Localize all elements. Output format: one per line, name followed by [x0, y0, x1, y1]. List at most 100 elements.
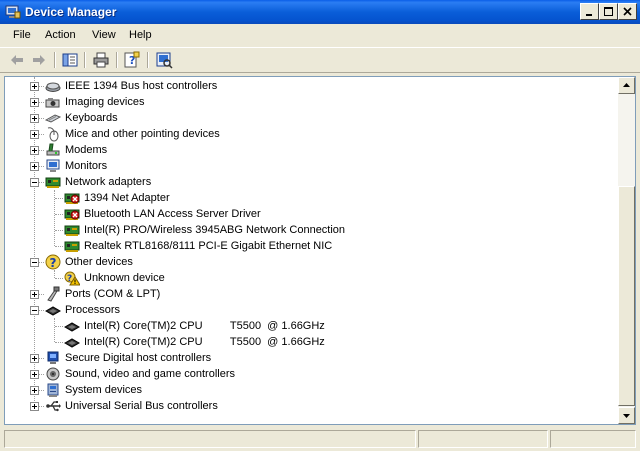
- tree-category-item[interactable]: Mice and other pointing devices: [5, 126, 617, 142]
- collapse-toggle[interactable]: [30, 258, 39, 267]
- tree-child-item[interactable]: 1394 Net Adapter: [5, 190, 617, 206]
- tree-connector: [55, 198, 63, 199]
- tree-connector: [55, 230, 63, 231]
- show-hide-console-tree-icon[interactable]: [61, 51, 79, 69]
- scroll-up-button[interactable]: [618, 77, 635, 94]
- tree-category-item[interactable]: Monitors: [5, 158, 617, 174]
- toolbar-separator: [84, 52, 86, 68]
- collapse-toggle[interactable]: [30, 178, 39, 187]
- help-icon[interactable]: ?: [123, 51, 141, 69]
- close-button[interactable]: [618, 3, 637, 20]
- menu-bar: File Action View Help: [0, 24, 640, 46]
- tree-child-item[interactable]: ? Unknown device: [5, 270, 617, 286]
- scroll-down-button[interactable]: [618, 407, 635, 424]
- device-manager-window: Device Manager File Action View Help ? I…: [0, 0, 640, 451]
- expand-toggle[interactable]: [30, 98, 39, 107]
- menu-file[interactable]: File: [13, 29, 31, 41]
- tree-connector: [39, 166, 44, 167]
- tree-category-item[interactable]: IEEE 1394 Bus host controllers: [5, 78, 617, 94]
- scan-hardware-icon[interactable]: [155, 51, 173, 69]
- toolbar-separator: [54, 52, 56, 68]
- collapse-toggle[interactable]: [30, 306, 39, 315]
- minimize-icon: [586, 14, 592, 16]
- menu-action[interactable]: Action: [45, 29, 76, 41]
- menu-view[interactable]: View: [92, 29, 116, 41]
- tree-item-label: 1394 Net Adapter: [84, 192, 170, 204]
- tree-connector: [39, 118, 44, 119]
- tree-item-label: System devices: [65, 384, 143, 396]
- expand-toggle[interactable]: [30, 114, 39, 123]
- status-bar: [0, 427, 640, 451]
- tree-connector: [55, 246, 63, 247]
- expand-toggle[interactable]: [30, 146, 39, 155]
- tree-category-item[interactable]: Keyboards: [5, 110, 617, 126]
- tree-item-label: Realtek RTL8168/8111 PCI-E Gigabit Ether…: [84, 240, 333, 252]
- tree-connector: [39, 150, 44, 151]
- tree-item-label: Monitors: [65, 160, 108, 172]
- speaker-icon: [45, 366, 61, 382]
- scroll-thumb[interactable]: [618, 186, 635, 406]
- tree-connector: [39, 390, 44, 391]
- tree-category-item[interactable]: Processors: [5, 302, 617, 318]
- tree-category-item[interactable]: Network adapters: [5, 174, 617, 190]
- vertical-scrollbar[interactable]: [618, 77, 635, 424]
- usb-icon: [45, 398, 61, 414]
- tree-item-label: Ports (COM & LPT): [65, 288, 161, 300]
- maximize-button[interactable]: [599, 3, 618, 20]
- tree-category-item[interactable]: ? Other devices: [5, 254, 617, 270]
- status-pane-3: [550, 430, 636, 448]
- back-arrow-icon[interactable]: [8, 51, 26, 69]
- tree-item-label: Unknown device: [84, 272, 165, 284]
- network-card-disabled-icon: [64, 206, 80, 222]
- expand-toggle[interactable]: [30, 402, 39, 411]
- processor-icon: [63, 334, 81, 350]
- close-icon: [623, 7, 632, 16]
- tree-child-item[interactable]: Bluetooth LAN Access Server Driver: [5, 206, 617, 222]
- tree-connector: [55, 278, 63, 279]
- tree-item-label: Imaging devices: [65, 96, 145, 108]
- device-tree[interactable]: IEEE 1394 Bus host controllers Imaging de…: [4, 76, 636, 425]
- expand-toggle[interactable]: [30, 290, 39, 299]
- menu-help[interactable]: Help: [129, 29, 152, 41]
- expand-toggle[interactable]: [30, 162, 39, 171]
- tree-item-label: Bluetooth LAN Access Server Driver: [84, 208, 261, 220]
- print-icon[interactable]: [92, 51, 110, 69]
- expand-toggle[interactable]: [30, 386, 39, 395]
- tree-category-item[interactable]: Modems: [5, 142, 617, 158]
- tree-connector: [55, 326, 63, 327]
- network-card-disabled-icon: [64, 190, 80, 206]
- title-bar[interactable]: Device Manager: [0, 0, 640, 24]
- tree-child-item[interactable]: Intel(R) Core(TM)2 CPU T5500 @ 1.66GHz: [5, 318, 617, 334]
- status-pane-2: [418, 430, 548, 448]
- expand-toggle[interactable]: [30, 370, 39, 379]
- tree-child-item[interactable]: Realtek RTL8168/8111 PCI-E Gigabit Ether…: [5, 238, 617, 254]
- tree-item-label: Keyboards: [65, 112, 118, 124]
- arrow-up-icon: [623, 83, 630, 87]
- tree-category-item[interactable]: Imaging devices: [5, 94, 617, 110]
- tree-item-label: Secure Digital host controllers: [65, 352, 212, 364]
- toolbar: ?: [0, 47, 640, 73]
- tree-child-item[interactable]: Intel(R) Core(TM)2 CPU T5500 @ 1.66GHz: [5, 334, 617, 350]
- tree-item-label: Other devices: [65, 256, 133, 268]
- tree-connector: [39, 358, 44, 359]
- tree-category-item[interactable]: Ports (COM & LPT): [5, 286, 617, 302]
- tree-category-item[interactable]: System devices: [5, 382, 617, 398]
- expand-toggle[interactable]: [30, 354, 39, 363]
- modem-icon: [45, 142, 61, 158]
- tree-item-label: Universal Serial Bus controllers: [65, 400, 218, 412]
- tree-category-item[interactable]: Secure Digital host controllers: [5, 350, 617, 366]
- minimize-button[interactable]: [580, 3, 599, 20]
- expand-toggle[interactable]: [30, 82, 39, 91]
- tree-child-item[interactable]: Intel(R) PRO/Wireless 3945ABG Network Co…: [5, 222, 617, 238]
- tree-connector: [39, 102, 44, 103]
- tree-category-item[interactable]: Sound, video and game controllers: [5, 366, 617, 382]
- tree-connector: [39, 86, 44, 87]
- tree-connector: [39, 134, 44, 135]
- toolbar-separator: [147, 52, 149, 68]
- monitor-icon: [45, 158, 61, 174]
- tree-category-item[interactable]: Universal Serial Bus controllers: [5, 398, 617, 414]
- expand-toggle[interactable]: [30, 130, 39, 139]
- forward-arrow-icon[interactable]: [30, 51, 48, 69]
- tree-item-label: Network adapters: [65, 176, 152, 188]
- tree-item-label: Intel(R) Core(TM)2 CPU T5500 @ 1.66GHz: [84, 336, 325, 348]
